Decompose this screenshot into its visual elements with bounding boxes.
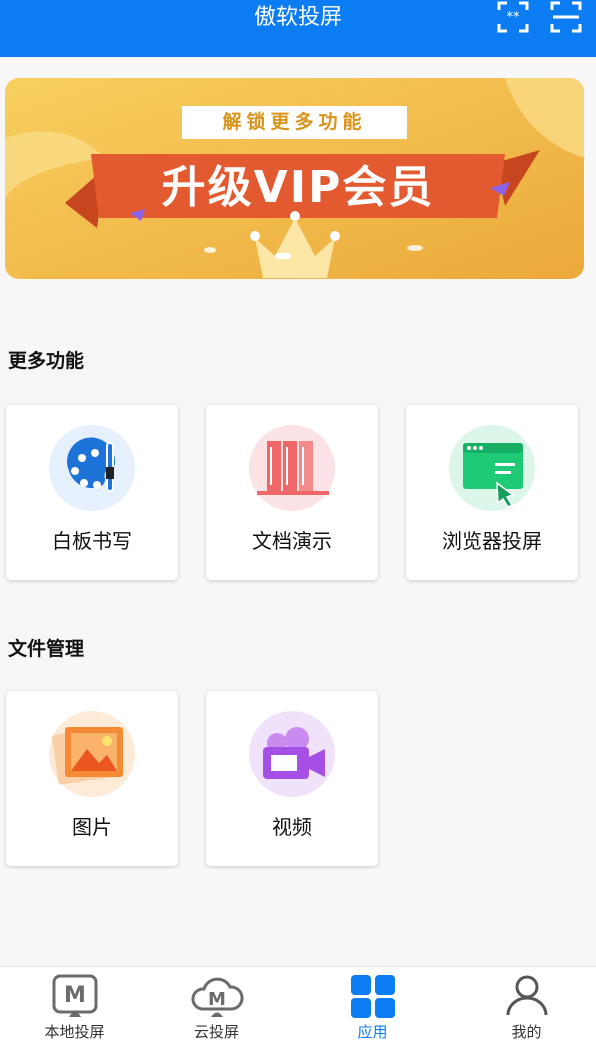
tab-apps-label: 应用: [357, 1023, 388, 1040]
svg-text:M: M: [208, 989, 226, 1010]
section-title-file-management: 文件管理: [8, 638, 85, 660]
apps-icon: [350, 975, 395, 1018]
picture-icon: [49, 711, 135, 797]
video-card[interactable]: 视频: [206, 691, 378, 866]
tab-apps[interactable]: 应用: [298, 967, 447, 1040]
browser-cast-icon: [449, 425, 535, 511]
tab-local-cast[interactable]: M 本地投屏: [0, 967, 149, 1040]
svg-text:M: M: [64, 983, 86, 1008]
browser-cast-label: 浏览器投屏: [442, 529, 542, 553]
whiteboard-card[interactable]: 白板书写: [6, 405, 178, 580]
tab-profile[interactable]: 我的: [452, 967, 596, 1040]
video-label: 视频: [272, 815, 312, 839]
browser-cast-card[interactable]: 浏览器投屏: [406, 405, 578, 580]
document-demo-card[interactable]: 文档演示: [206, 405, 378, 580]
tab-profile-label: 我的: [511, 1023, 542, 1040]
pictures-card[interactable]: 图片: [6, 691, 178, 866]
top-app-bar: 傲软投屏 **: [0, 0, 596, 57]
whiteboard-icon: [49, 425, 135, 511]
pictures-label: 图片: [72, 815, 112, 839]
document-demo-icon: [249, 425, 335, 511]
profile-icon: [506, 975, 547, 1016]
document-demo-label: 文档演示: [252, 529, 332, 553]
tab-cloud-cast-label: 云投屏: [193, 1023, 239, 1040]
svg-text:**: **: [507, 10, 521, 25]
banner-title: 升级VIP会员: [161, 162, 435, 213]
scan-icon[interactable]: [550, 0, 582, 34]
bottom-tab-bar: M 本地投屏 M 云投屏 应用 我的: [0, 966, 596, 1040]
video-camera-icon: [249, 711, 335, 797]
cloud-cast-icon: M: [191, 977, 244, 1017]
banner-subtitle: 解锁更多功能: [182, 106, 407, 139]
tab-cloud-cast[interactable]: M 云投屏: [142, 967, 291, 1040]
section-title-more-features: 更多功能: [8, 350, 85, 372]
scan-code-icon[interactable]: **: [497, 0, 529, 34]
whiteboard-label: 白板书写: [52, 529, 132, 553]
local-cast-icon: M: [52, 974, 97, 1017]
tab-local-cast-label: 本地投屏: [44, 1023, 105, 1040]
